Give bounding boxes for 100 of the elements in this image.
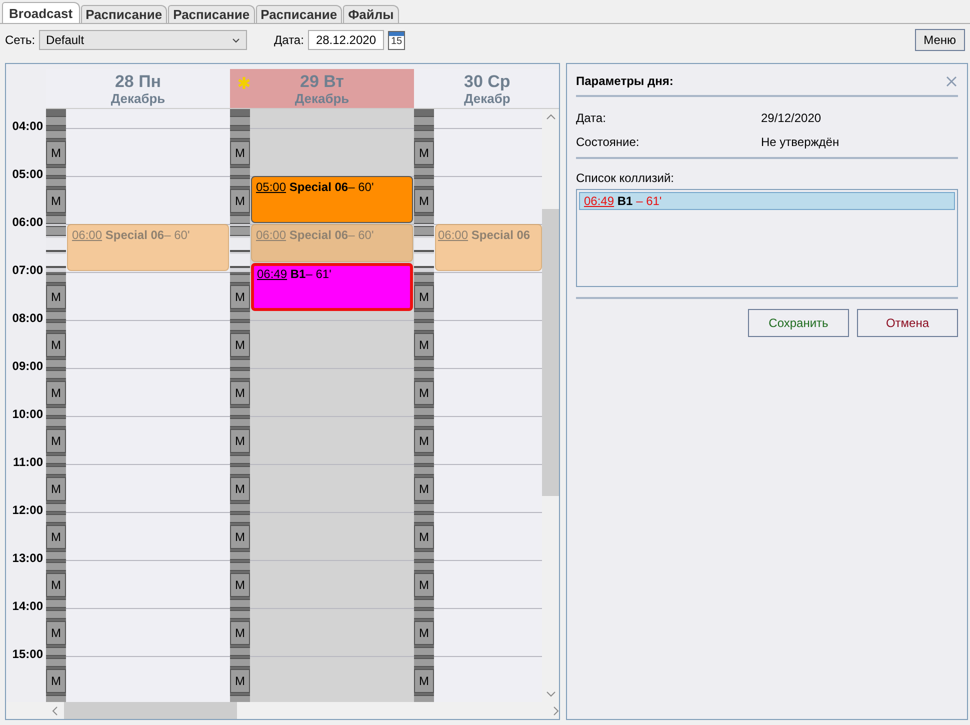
marker-block[interactable]: M — [414, 572, 434, 598]
chevron-left-icon[interactable] — [52, 706, 58, 716]
marker-block[interactable]: M — [46, 332, 66, 358]
strip-segment — [46, 167, 66, 176]
marker-block[interactable]: M — [230, 332, 250, 358]
calendar-icon[interactable]: 15 — [388, 30, 405, 50]
strip-segment — [46, 130, 66, 139]
strip-segment — [230, 599, 250, 608]
tab[interactable]: Broadcast — [2, 2, 80, 23]
tab[interactable]: Расписание — [80, 5, 168, 23]
day-title: 29 Вт — [300, 72, 344, 90]
strip-segment — [230, 610, 250, 619]
day-title: 30 Ср — [464, 72, 510, 90]
strip-segment — [414, 359, 434, 368]
marker-block[interactable]: M — [230, 620, 250, 646]
field-value: 29/12/2020 — [761, 111, 822, 125]
strip-segment — [46, 658, 66, 667]
save-button[interactable]: Сохранить — [748, 309, 849, 337]
time-label: 15:00 — [11, 647, 44, 661]
strip-segment — [46, 514, 66, 523]
marker-block[interactable]: M — [46, 140, 66, 166]
month-name: Декабрь — [110, 90, 166, 106]
chevron-up-icon[interactable] — [546, 114, 556, 120]
date-label: Дата: — [274, 33, 304, 47]
strip-segment — [46, 647, 66, 656]
marker-block[interactable]: M — [414, 524, 434, 550]
strip-segment — [230, 455, 250, 464]
marker-block[interactable]: M — [230, 524, 250, 550]
marker-block[interactable]: M — [230, 188, 250, 214]
strip-segment — [46, 116, 66, 126]
marker-block[interactable]: M — [230, 380, 250, 406]
strip-segment — [46, 695, 66, 702]
close-icon[interactable] — [946, 76, 957, 86]
schedule-event[interactable]: 05:00 Special 06– 60' — [251, 176, 413, 223]
strip-segment — [414, 407, 434, 416]
strip-segment — [230, 466, 250, 475]
marker-block[interactable]: M — [414, 332, 434, 358]
strip-segment — [414, 178, 434, 187]
strip-segment — [230, 562, 250, 571]
strip-segment — [414, 610, 434, 619]
time-label: 05:00 — [11, 167, 44, 181]
strip-segment — [230, 418, 250, 427]
strip-segment — [414, 370, 434, 379]
marker-block[interactable]: M — [414, 188, 434, 214]
time-label: 06:00 — [11, 215, 44, 229]
strip-segment — [46, 551, 66, 560]
strip-segment — [230, 359, 250, 368]
tab[interactable]: Файлы — [343, 5, 399, 23]
marker-block[interactable]: M — [414, 140, 434, 166]
strip-segment — [230, 130, 250, 139]
strip-segment — [230, 215, 250, 224]
marker-block[interactable]: M — [46, 524, 66, 550]
time-label: 09:00 — [11, 359, 44, 373]
time-label: 07:00 — [11, 263, 44, 277]
strip-segment — [46, 455, 66, 464]
marker-block[interactable]: M — [46, 188, 66, 214]
marker-block[interactable]: M — [230, 284, 250, 310]
chevron-right-icon[interactable] — [553, 706, 559, 716]
strip-segment — [414, 215, 434, 224]
marker-block[interactable]: M — [46, 284, 66, 310]
marker-block[interactable]: M — [46, 476, 66, 502]
marker-block[interactable]: M — [414, 284, 434, 310]
strip-segment — [46, 503, 66, 512]
strip-segment — [414, 695, 434, 702]
time-label: 08:00 — [11, 311, 44, 325]
marker-block[interactable]: M — [230, 140, 250, 166]
tab[interactable]: Расписание — [256, 5, 342, 23]
strip-segment — [414, 130, 434, 139]
marker-block[interactable]: M — [414, 380, 434, 406]
collisions-label: Список коллизий: — [576, 171, 676, 185]
strip-segment — [230, 226, 250, 236]
strip-segment — [230, 407, 250, 416]
marker-block[interactable]: M — [46, 380, 66, 406]
marker-block[interactable]: M — [230, 476, 250, 502]
marker-block[interactable]: M — [414, 428, 434, 454]
marker-block[interactable]: M — [230, 668, 250, 694]
marker-block[interactable]: M — [46, 668, 66, 694]
marker-block[interactable]: M — [46, 620, 66, 646]
strip-segment — [414, 551, 434, 560]
strip-segment — [230, 178, 250, 187]
marker-block[interactable]: M — [230, 428, 250, 454]
cancel-button[interactable]: Отмена — [857, 309, 958, 337]
marker-block[interactable]: M — [414, 668, 434, 694]
strip-segment — [46, 370, 66, 379]
strip-segment — [414, 599, 434, 608]
month-name: Декабрь — [294, 90, 350, 106]
tab[interactable]: Расписание — [168, 5, 255, 23]
marker-block[interactable]: M — [46, 572, 66, 598]
chevron-down-icon[interactable] — [546, 691, 556, 697]
marker-block[interactable]: M — [414, 620, 434, 646]
marker-block[interactable]: M — [230, 572, 250, 598]
collision-item[interactable]: 06:49 B1 – 61' — [579, 192, 955, 210]
network-dropdown[interactable]: Default — [39, 30, 248, 50]
schedule-event[interactable]: 06:49 B1– 61' — [251, 263, 413, 311]
marker-block[interactable]: M — [414, 476, 434, 502]
strip-segment — [414, 274, 434, 283]
date-field[interactable]: 28.12.2020 — [308, 30, 384, 50]
menu-button[interactable]: Меню — [914, 29, 965, 51]
strip-segment — [46, 562, 66, 571]
marker-block[interactable]: M — [46, 428, 66, 454]
